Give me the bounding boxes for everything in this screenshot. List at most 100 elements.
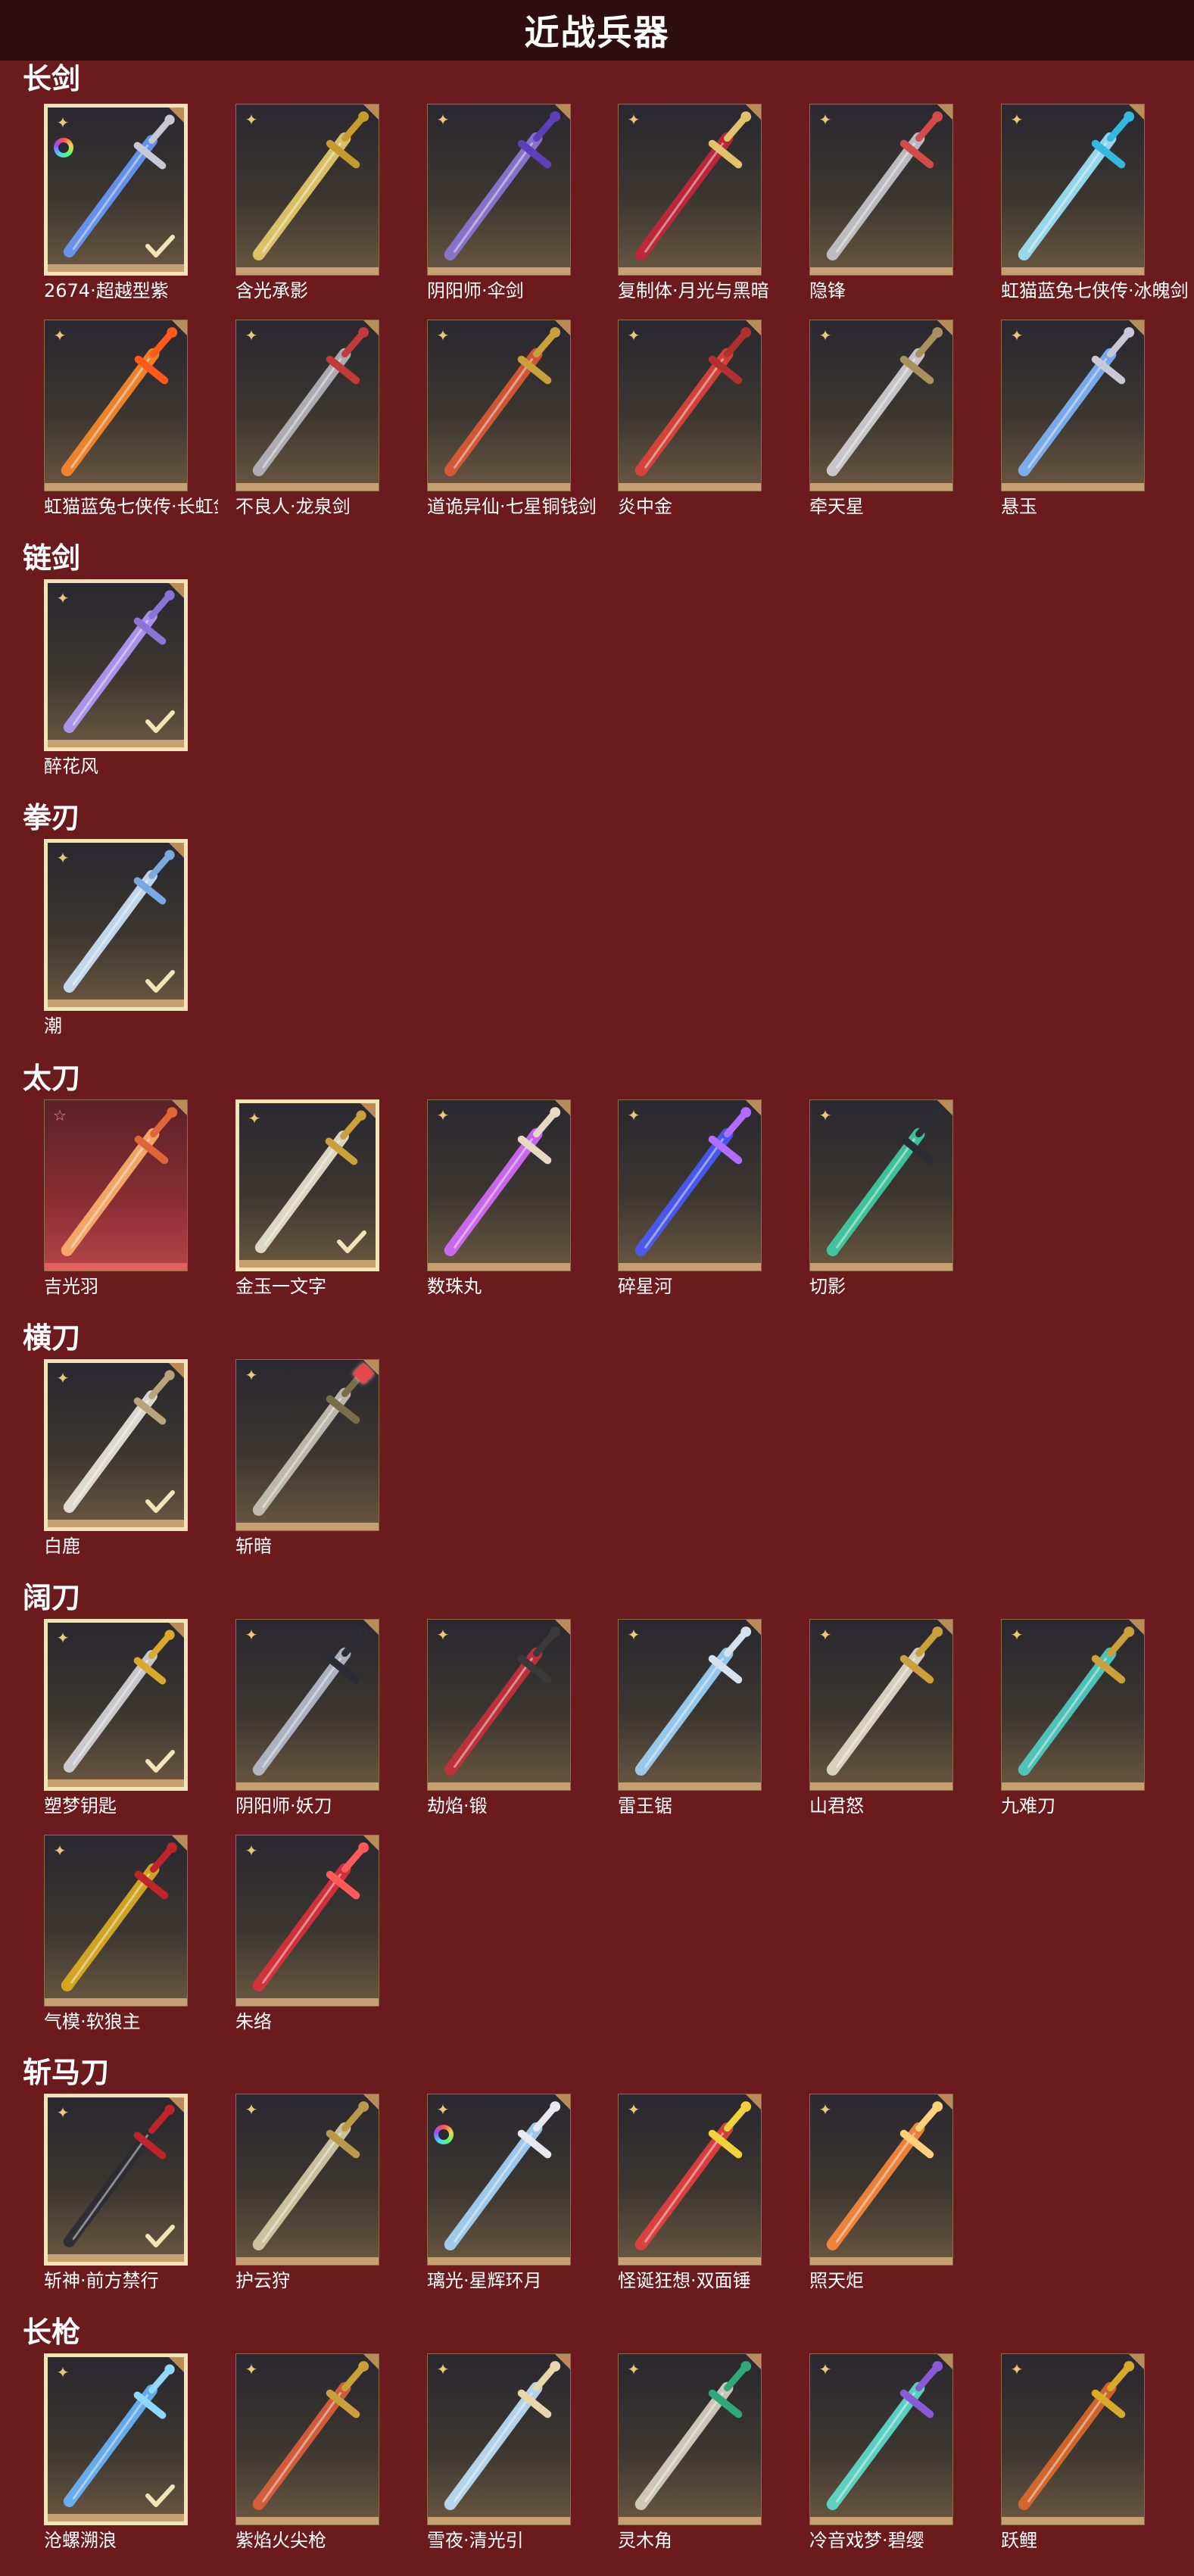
weapon-card[interactable]: ✦ [235, 2094, 379, 2266]
weapon-icon [252, 111, 369, 261]
weapon-card[interactable]: ✦ [809, 1099, 953, 1271]
weapon-name: 阴阳师·妖刀 [235, 1795, 332, 1817]
card-corner-marker [169, 583, 184, 598]
weapon-name: 道诡异仙·七星铜钱剑 [427, 496, 597, 517]
weapon-card[interactable]: ✦ [235, 1359, 379, 1531]
weapon-card[interactable]: ✦ [44, 2094, 188, 2266]
weapon-card[interactable]: ✦ [44, 1835, 188, 2007]
weapon-card[interactable]: ✦ [427, 1099, 571, 1271]
weapon-card[interactable]: ✦ [809, 2353, 953, 2525]
weapon-card[interactable]: ✦ [44, 104, 188, 276]
weapon-card[interactable]: ✦ [427, 1619, 571, 1791]
weapon-name: 金玉一文字 [235, 1276, 326, 1297]
weapon-name: 护云狩 [235, 2270, 290, 2291]
weapon-name: 塑梦钥匙 [44, 1795, 117, 1817]
weapon-name: 数珠丸 [427, 1276, 482, 1297]
weapon-card[interactable]: ✦ [235, 320, 379, 491]
card-corner-marker [1129, 104, 1144, 120]
weapon-card[interactable]: ✦ [809, 2094, 953, 2266]
weapon-card[interactable]: ✦ [1001, 1619, 1145, 1791]
weapon-card[interactable]: ✦ [809, 1619, 953, 1791]
weapon-name: 碎星河 [618, 1276, 672, 1297]
weapon-card[interactable]: ✦ [44, 2353, 188, 2525]
weapon-icon [444, 1107, 561, 1257]
weapon-card[interactable]: ✦ [618, 1099, 762, 1271]
weapon-name: 劫焰·锻 [427, 1795, 488, 1817]
section-title: 横刀 [23, 1321, 81, 1355]
weapon-card[interactable]: ✦ [427, 2353, 571, 2525]
weapon-card[interactable]: ✦ [618, 1619, 762, 1791]
weapon-card[interactable]: ✦ [235, 1099, 379, 1271]
weapon-card[interactable]: ✦ [427, 104, 571, 276]
section-title: 阔刀 [23, 1581, 81, 1614]
weapon-icon [1018, 327, 1135, 477]
weapon-card[interactable]: ✦ [44, 579, 188, 751]
card-corner-marker [172, 1835, 187, 1851]
weapon-name: 炎中金 [618, 496, 672, 517]
weapon-card[interactable]: ✦ [44, 1619, 188, 1791]
rarity-badge-icon: ✦ [818, 1626, 832, 1644]
weapon-card[interactable]: ✦ [427, 2094, 571, 2266]
rarity-badge-icon: ✦ [436, 1626, 450, 1644]
weapon-card[interactable]: ☆ [44, 1099, 188, 1271]
weapon-icon [634, 2101, 752, 2251]
weapon-icon [634, 327, 752, 477]
equipped-check-icon [145, 2484, 175, 2507]
weapon-card[interactable]: ✦ [44, 320, 188, 491]
weapon-name: 阴阳师·伞剑 [427, 280, 524, 301]
weapon-card[interactable]: ✦ [235, 2353, 379, 2525]
weapon-card[interactable]: ✦ [618, 2094, 762, 2266]
weapon-icon [634, 111, 752, 261]
rarity-badge-icon: ✦ [627, 2100, 641, 2119]
page-title: 近战兵器 [524, 12, 670, 53]
equipped-check-icon [337, 1230, 366, 1253]
weapon-card[interactable]: ✦ [1001, 320, 1145, 491]
equipped-check-icon [145, 710, 175, 733]
weapon-card[interactable]: ✦ [44, 1359, 188, 1531]
weapon-icon [444, 327, 561, 477]
rarity-badge-icon: ✦ [1010, 111, 1024, 129]
card-corner-marker [555, 2354, 570, 2369]
weapon-icon [1018, 2361, 1135, 2511]
weapon-card[interactable]: ✦ [618, 320, 762, 491]
weapon-icon [826, 1626, 943, 1776]
rarity-badge-icon: ✦ [1010, 326, 1024, 345]
weapon-name: 斩暗 [235, 1536, 272, 1557]
rarity-badge-icon: ✦ [245, 1626, 258, 1644]
card-corner-marker [363, 1835, 379, 1851]
card-corner-marker [937, 2094, 952, 2110]
weapon-card[interactable]: ✦ [235, 1835, 379, 2007]
weapon-card[interactable]: ✦ [618, 2353, 762, 2525]
weapon-name: 朱络 [235, 2011, 272, 2032]
weapon-name: 虹猫蓝兔七侠传·冰魄剑 [1001, 280, 1189, 301]
weapon-icon [252, 1842, 369, 1992]
weapon-icon [826, 111, 943, 261]
weapon-name: 雷王锯 [618, 1795, 672, 1817]
weapon-card[interactable]: ✦ [44, 839, 188, 1011]
rarity-badge-icon: ✦ [56, 1369, 70, 1387]
weapon-card[interactable]: ✦ [235, 1619, 379, 1791]
weapon-card[interactable]: ✦ [809, 104, 953, 276]
card-corner-marker [937, 1100, 952, 1115]
weapon-card[interactable]: ✦ [1001, 2353, 1145, 2525]
weapon-card[interactable]: ✦ [618, 104, 762, 276]
weapon-card[interactable]: ✦ [809, 320, 953, 491]
weapon-card[interactable]: ✦ [427, 320, 571, 491]
weapon-icon [252, 2101, 369, 2251]
weapon-card[interactable]: ✦ [1001, 104, 1145, 276]
weapon-name: 复制体·月光与黑暗 [618, 280, 769, 301]
card-corner-marker [172, 320, 187, 335]
weapon-name: 隐锋 [809, 280, 846, 301]
equipped-check-icon [145, 970, 175, 993]
rarity-badge-icon: ✦ [627, 1106, 641, 1124]
weapon-icon [252, 327, 369, 477]
weapon-card[interactable]: ✦ [235, 104, 379, 276]
weapon-icon [252, 2361, 369, 2511]
weapon-icon [252, 1626, 369, 1776]
card-corner-marker [937, 320, 952, 335]
weapon-icon [444, 2101, 561, 2251]
card-corner-marker [746, 1620, 761, 1635]
rarity-badge-icon: ✦ [56, 1629, 70, 1647]
card-corner-marker [937, 2354, 952, 2369]
rarity-badge-icon: ✦ [53, 326, 67, 345]
